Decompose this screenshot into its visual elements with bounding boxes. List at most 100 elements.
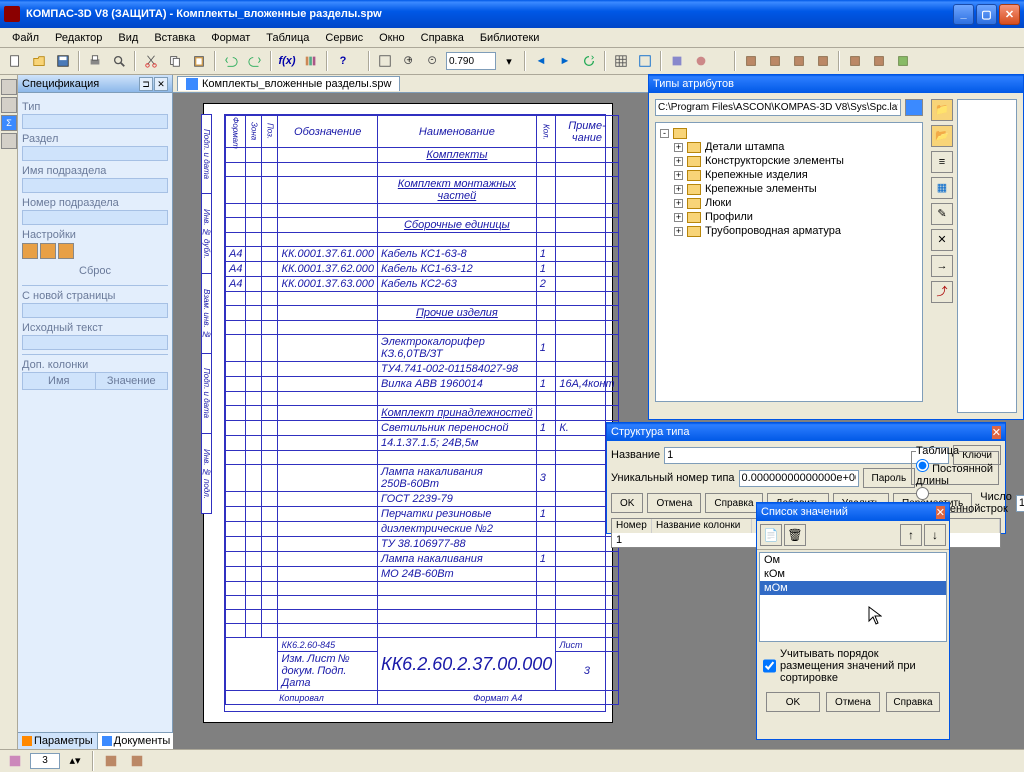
color-1[interactable] [22,243,38,259]
vals-del-icon[interactable]: 🗑 [784,524,806,546]
tool1-icon[interactable] [666,50,688,72]
struct-radio-var[interactable] [916,487,929,500]
tree-item[interactable]: +Крепежные изделия [674,168,918,182]
tool2-icon[interactable] [690,50,712,72]
zoom-out-icon[interactable]: - [422,50,444,72]
struct-cancel-button[interactable]: Отмена [647,493,701,513]
menu-file[interactable]: Файл [4,30,47,46]
add7-icon[interactable] [892,50,914,72]
add5-icon[interactable] [844,50,866,72]
tree-item[interactable]: +Крепежные элементы [674,182,918,196]
struct-close-icon[interactable]: ✕ [992,426,1001,439]
tree-item[interactable]: +Люки [674,196,918,210]
ltool-2-icon[interactable] [1,97,17,113]
struct-rows-input[interactable] [1016,495,1024,512]
tab-docs[interactable]: Документы [98,733,176,749]
struct-name-input[interactable] [664,447,949,464]
open-icon[interactable] [28,50,50,72]
nav-prev-icon[interactable]: ◄ [530,50,552,72]
vals-help-button[interactable]: Справка [886,692,940,712]
attr-btn5-icon[interactable]: ✎ [931,203,953,225]
vals-close-icon[interactable]: ✕ [936,506,945,519]
section-input[interactable] [22,146,168,161]
save-icon[interactable] [52,50,74,72]
attr-btn4-icon[interactable]: ▦ [931,177,953,199]
preview-icon[interactable] [108,50,130,72]
attr-tree[interactable]: - +Детали штампа +Конструкторские элемен… [655,122,923,402]
copy-icon[interactable] [164,50,186,72]
subnum-input[interactable] [22,210,168,225]
redo-icon[interactable] [244,50,266,72]
new-icon[interactable] [4,50,26,72]
menu-view[interactable]: Вид [110,30,146,46]
refresh-icon[interactable] [578,50,600,72]
menu-libs[interactable]: Библиотеки [472,30,548,46]
struct-titlebar[interactable]: Структура типа ✕ [607,423,1005,441]
vals-cancel-button[interactable]: Отмена [826,692,880,712]
source-input[interactable] [22,335,168,350]
add4-icon[interactable] [812,50,834,72]
status-icon2[interactable] [100,750,122,772]
menu-insert[interactable]: Вставка [146,30,203,46]
status-icon1[interactable] [4,750,26,772]
window-icon[interactable] [634,50,656,72]
zoom-input[interactable] [446,52,496,70]
status-icon3[interactable] [126,750,148,772]
zoom-in-icon[interactable]: + [398,50,420,72]
attr-btn1-icon[interactable]: 📁 [931,99,953,121]
reset-button[interactable]: Сброс [22,261,168,281]
struct-radio-fixed[interactable] [916,459,929,472]
attr-btn7-icon[interactable]: → [931,255,953,277]
status-page-input[interactable] [30,753,60,769]
close-button[interactable]: ✕ [999,4,1020,25]
newpage-input[interactable] [22,303,168,318]
tree-item[interactable]: +Профили [674,210,918,224]
help-icon[interactable]: ? [332,50,354,72]
menu-help[interactable]: Справка [413,30,472,46]
ltool-sigma-icon[interactable]: Σ [1,115,17,131]
print-icon[interactable] [84,50,106,72]
paste-icon[interactable] [188,50,210,72]
subname-input[interactable] [22,178,168,193]
menu-format[interactable]: Формат [203,30,258,46]
document-tab[interactable]: Комплекты_вложенные разделы.spw [177,76,400,91]
ltool-4-icon[interactable] [1,133,17,149]
tree-item[interactable]: +Конструкторские элементы [674,154,918,168]
struct-pass-button[interactable]: Пароль [863,468,916,488]
vals-up-icon[interactable]: ↑ [900,524,922,546]
tree-item[interactable]: +Трубопроводная арматура [674,224,918,238]
nav-next-icon[interactable]: ► [554,50,576,72]
zoom-fit-icon[interactable] [374,50,396,72]
menu-service[interactable]: Сервис [317,30,371,46]
tree-root[interactable]: - [660,127,918,140]
status-spin-icon[interactable]: ▴▾ [64,750,86,772]
menu-editor[interactable]: Редактор [47,30,110,46]
list-item[interactable]: кОм [760,567,946,581]
add1-icon[interactable] [740,50,762,72]
attr-panel-titlebar[interactable]: Типы атрибутов [649,75,1023,93]
panel-close-icon[interactable]: ✕ [154,77,168,91]
color-3[interactable] [58,243,74,259]
attr-btn2-icon[interactable]: 📂 [931,125,953,147]
lib-icon[interactable] [300,50,322,72]
attr-btn3-icon[interactable]: ≡ [931,151,953,173]
attr-path-input[interactable] [655,99,901,116]
ltool-1-icon[interactable] [1,79,17,95]
fx-icon[interactable]: f(x) [276,50,298,72]
attr-btn6-icon[interactable]: ✕ [931,229,953,251]
undo-icon[interactable] [220,50,242,72]
tab-params[interactable]: Параметры [18,733,98,749]
zoom-dropdown-icon[interactable]: ▾ [498,50,520,72]
minimize-button[interactable]: _ [953,4,974,25]
attr-btn-exit-icon[interactable]: ⤴ [931,281,953,303]
vals-down-icon[interactable]: ↓ [924,524,946,546]
struct-ok-button[interactable]: OK [611,493,643,513]
menu-window[interactable]: Окно [371,30,413,46]
color-2[interactable] [40,243,56,259]
vals-sort-checkbox[interactable] [763,648,776,684]
vals-titlebar[interactable]: Список значений ✕ [757,503,949,521]
struct-uniq-input[interactable] [739,470,859,487]
add3-icon[interactable] [788,50,810,72]
add6-icon[interactable] [868,50,890,72]
attr-browse-icon[interactable] [905,99,923,116]
